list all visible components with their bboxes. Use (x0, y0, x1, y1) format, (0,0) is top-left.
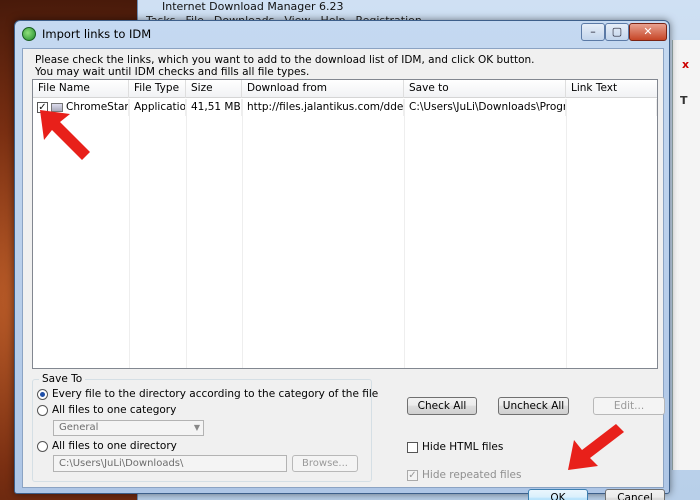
idm-main-window-title: Internet Download Manager 6.23 (162, 0, 344, 13)
side-label: T (680, 94, 688, 107)
column-divider (404, 99, 405, 368)
radio-button[interactable] (37, 440, 48, 452)
idm-app-icon (22, 27, 36, 41)
hide-repeated-checkbox: ✓ (407, 469, 418, 481)
radio-button[interactable] (37, 404, 48, 416)
links-list[interactable]: File Name File Type Size Download from S… (32, 79, 658, 369)
instructions-text: Please check the links, which you want t… (35, 54, 534, 78)
column-header-size[interactable]: Size (186, 80, 242, 98)
hide-repeated-option: ✓ Hide repeated files (407, 469, 521, 481)
check-all-button[interactable]: Check All (407, 397, 477, 415)
uncheck-all-button[interactable]: Uncheck All (498, 397, 569, 415)
cell-file-type: Application (129, 99, 186, 116)
radio-one-category[interactable]: All files to one category (37, 404, 176, 416)
list-header: File Name File Type Size Download from S… (33, 80, 657, 98)
column-header-link-text[interactable]: Link Text (566, 80, 657, 98)
table-row[interactable]: ✓ ChromeStand... Application 41,51 MB ht… (33, 99, 657, 116)
arrow-shape (568, 424, 624, 470)
hide-html-option[interactable]: Hide HTML files (407, 441, 503, 453)
annotation-arrow-ok (568, 424, 624, 470)
cell-size: 41,51 MB (186, 99, 242, 116)
cell-download-from: http://files.jalantikus.com/dde/24/1... (242, 99, 404, 116)
dialog-title: Import links to IDM (42, 27, 152, 41)
delete-icon[interactable]: x (682, 58, 689, 71)
hide-html-checkbox[interactable] (407, 441, 418, 453)
hide-html-label: Hide HTML files (422, 441, 504, 453)
column-header-save-to[interactable]: Save to (404, 80, 566, 98)
dialog-titlebar[interactable]: Import links to IDM – ▢ ✕ (15, 21, 669, 47)
maximize-button[interactable]: ▢ (605, 23, 629, 41)
hide-repeated-label: Hide repeated files (422, 469, 522, 481)
column-header-file-type[interactable]: File Type (129, 80, 186, 98)
radio-label: Every file to the directory according to… (52, 388, 379, 400)
category-select: General ▼ (53, 420, 204, 436)
column-header-file-name[interactable]: File Name (33, 80, 129, 98)
cell-save-to: C:\Users\JuLi\Downloads\Programs\... (404, 99, 566, 116)
arrow-shape (40, 110, 90, 160)
radio-label: All files to one directory (52, 440, 177, 452)
chevron-down-icon: ▼ (193, 423, 200, 432)
list-body: ✓ ChromeStand... Application 41,51 MB ht… (33, 99, 657, 116)
radio-one-directory[interactable]: All files to one directory (37, 440, 177, 452)
save-to-legend: Save To (39, 373, 86, 385)
column-divider (242, 99, 243, 368)
column-divider (186, 99, 187, 368)
column-header-download-from[interactable]: Download from (242, 80, 404, 98)
cell-link-text (566, 99, 657, 116)
ok-button[interactable]: OK (528, 489, 588, 500)
column-divider (129, 99, 130, 368)
directory-input: C:\Users\JuLi\Downloads\ (53, 455, 287, 472)
minimize-button[interactable]: – (581, 23, 605, 41)
column-divider (566, 99, 567, 368)
close-button[interactable]: ✕ (629, 23, 667, 41)
idm-main-side-panel: x T (672, 40, 700, 470)
instruction-line: You may wait until IDM checks and fills … (35, 66, 310, 78)
save-to-group: Save To Every file to the directory acco… (32, 373, 378, 482)
radio-label: All files to one category (52, 404, 177, 416)
radio-button[interactable] (37, 388, 48, 400)
instruction-line: Please check the links, which you want t… (35, 54, 535, 66)
browse-button: Browse... (292, 455, 358, 472)
radio-category-directory[interactable]: Every file to the directory according to… (37, 388, 378, 400)
edit-button: Edit... (593, 397, 665, 415)
cancel-button[interactable]: Cancel (605, 489, 665, 500)
annotation-arrow-checkbox (40, 110, 90, 160)
category-select-value: General (59, 422, 99, 433)
